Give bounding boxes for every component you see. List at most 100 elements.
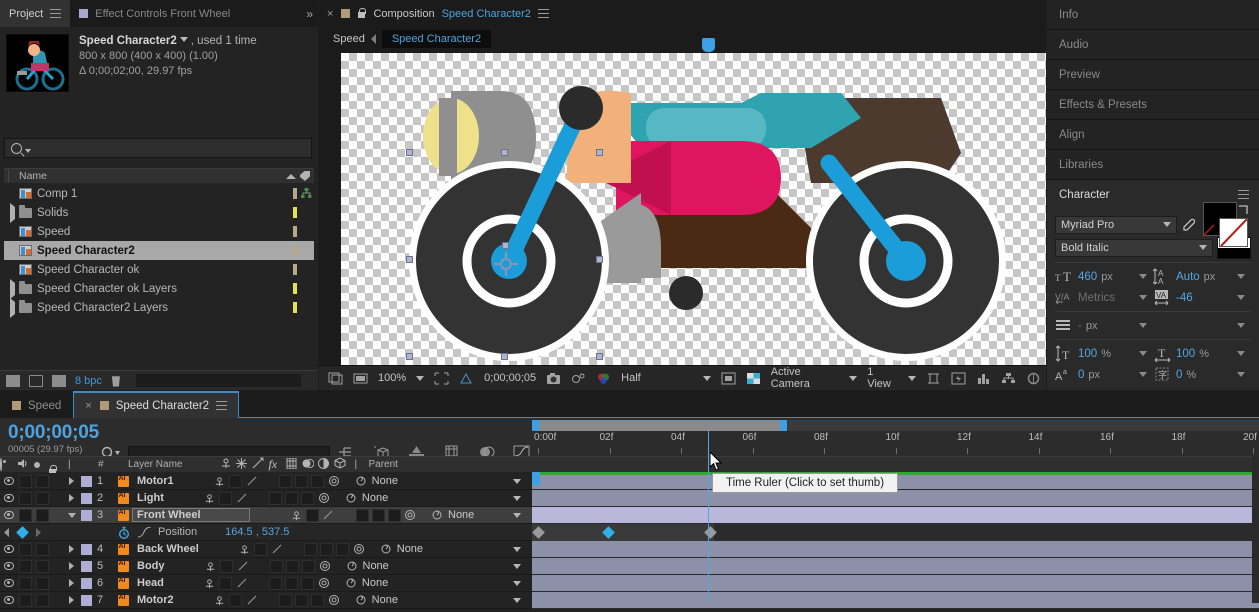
selection-handle[interactable] [406,256,413,263]
graph-icon[interactable] [134,524,154,541]
double-chevron-right-icon[interactable]: » [306,7,318,21]
anchor-switch[interactable] [212,592,228,609]
parent-pickwhip-icon[interactable] [341,558,363,575]
motion-blur-switch[interactable] [284,490,300,507]
layer-disclosure-toggle[interactable] [65,575,78,592]
three-d-switch[interactable] [316,490,332,507]
lock-icon[interactable] [357,8,367,19]
layer-parent-value[interactable]: None [372,475,398,487]
layer-disclosure-toggle[interactable] [65,558,78,575]
frame-blend-switch[interactable] [278,592,294,609]
parent-pickwhip-icon[interactable] [340,490,362,507]
disclosure-triangle-icon[interactable] [8,278,19,299]
flowchart-icon[interactable] [996,366,1021,391]
parent-dropdown-caret[interactable] [502,490,532,507]
frame-blend-switch[interactable] [354,507,370,524]
stroke-style-cell[interactable] [1153,323,1251,328]
always-preview-icon[interactable] [323,366,348,391]
kerning-cell[interactable]: V/A Metrics [1055,289,1153,306]
parent-dropdown-caret[interactable] [502,507,532,524]
tab-speed[interactable]: Speed [0,391,73,418]
layer-visibility-toggle[interactable] [0,507,17,524]
toggle-transparency-icon[interactable] [348,366,373,391]
adjustment-switch[interactable] [300,575,316,592]
label-color-swatch[interactable] [293,283,297,294]
stroke-width-cell[interactable]: - px [1055,317,1153,334]
layer-track[interactable] [532,507,1259,524]
transparency-grid-icon[interactable] [454,366,479,391]
collapse-switch[interactable] [244,473,260,490]
comp-time[interactable]: 0;00;00;05 [479,366,541,391]
shy-switch[interactable] [304,507,320,524]
layer-lock-toggle[interactable] [51,507,65,524]
keyframe-prev-nav[interactable] [0,524,14,541]
motion-blur-switch[interactable] [370,507,386,524]
font-size-cell[interactable]: TT 460 px [1055,268,1153,285]
leading-cell[interactable]: AA Auto px [1153,268,1251,285]
shy-switch[interactable] [228,473,244,490]
selection-handle[interactable] [406,353,413,360]
tab-speed-character2[interactable]: × Speed Character2 [73,391,240,418]
panel-menu-icon[interactable] [50,9,62,18]
shy-switch[interactable] [218,575,234,592]
layer-visibility-toggle[interactable] [0,490,17,507]
fx-switch[interactable] [250,490,268,507]
disclosure-triangle-icon[interactable] [8,297,19,318]
stopwatch-icon[interactable] [114,524,134,541]
dock-section-audio[interactable]: Audio [1047,30,1259,60]
layer-visibility-toggle[interactable] [0,473,17,490]
project-item-list[interactable]: Comp 1 Solids Speed Speed Character2 Speed C… [4,184,314,370]
parent-dropdown-caret[interactable] [502,592,532,609]
close-icon[interactable]: × [327,8,333,20]
channel-icon[interactable] [591,366,616,391]
mask-icon[interactable] [716,366,741,391]
delete-icon[interactable] [111,376,120,387]
layer-label-color[interactable] [78,507,94,524]
tracking-cell[interactable]: VA -46 [1153,289,1251,306]
work-area-start-handle[interactable] [532,420,539,431]
layer-parent-value[interactable]: None [448,509,474,521]
layer-label-color[interactable] [78,575,94,592]
shy-switch[interactable] [228,592,244,609]
layer-visibility-toggle[interactable] [0,541,17,558]
label-color-swatch[interactable] [293,226,297,237]
tsume-cell[interactable]: 字 0 % [1153,366,1251,383]
layer-label-color[interactable] [78,473,94,490]
fx-switch[interactable] [260,473,278,490]
label-color-swatch[interactable] [293,264,297,275]
layer-audio-toggle[interactable] [17,541,34,558]
sort-ascending-icon[interactable] [286,173,296,179]
work-area-bar[interactable] [532,420,1259,431]
layer-lock-toggle[interactable] [51,558,65,575]
frame-blend-switch[interactable] [269,558,285,575]
chevron-down-icon[interactable] [1237,351,1245,356]
layer-row[interactable]: 3 Front Wheel None [0,507,532,524]
layer-row[interactable]: 6 Head None [0,575,532,592]
project-item[interactable]: Speed [4,222,314,241]
font-family-select[interactable]: Myriad Pro [1055,215,1177,234]
adjustment-switch[interactable] [310,592,326,609]
chevron-down-icon[interactable] [1237,295,1245,300]
property-value[interactable]: 164.5 , 537.5 [197,526,289,538]
camera-dropdown[interactable]: Active Camera [766,366,863,391]
keyframe-toggle[interactable] [14,524,30,541]
current-time-display[interactable]: 0;00;00;05 [8,422,99,444]
project-item[interactable]: Speed Character2 [4,241,314,260]
panel-menu-icon[interactable] [1238,190,1249,199]
selection-handle[interactable] [501,353,508,360]
chevron-down-icon[interactable] [1237,274,1245,279]
three-d-switch[interactable] [402,507,418,524]
tab-project[interactable]: Project [0,0,71,27]
label-color-swatch[interactable] [293,245,297,256]
collapse-switch[interactable] [244,592,260,609]
collapse-switch[interactable] [269,541,285,558]
text-color-swatches[interactable] [1199,202,1251,247]
composition-viewer[interactable] [341,53,1046,365]
anchor-switch[interactable] [288,507,304,524]
timeline-icon[interactable] [921,366,946,391]
layer-audio-toggle[interactable] [17,507,34,524]
chevron-down-icon[interactable] [1139,295,1147,300]
chevron-down-icon[interactable] [1139,351,1147,356]
layer-solo-toggle[interactable] [34,490,51,507]
layer-name[interactable]: Motor1 [132,475,174,487]
